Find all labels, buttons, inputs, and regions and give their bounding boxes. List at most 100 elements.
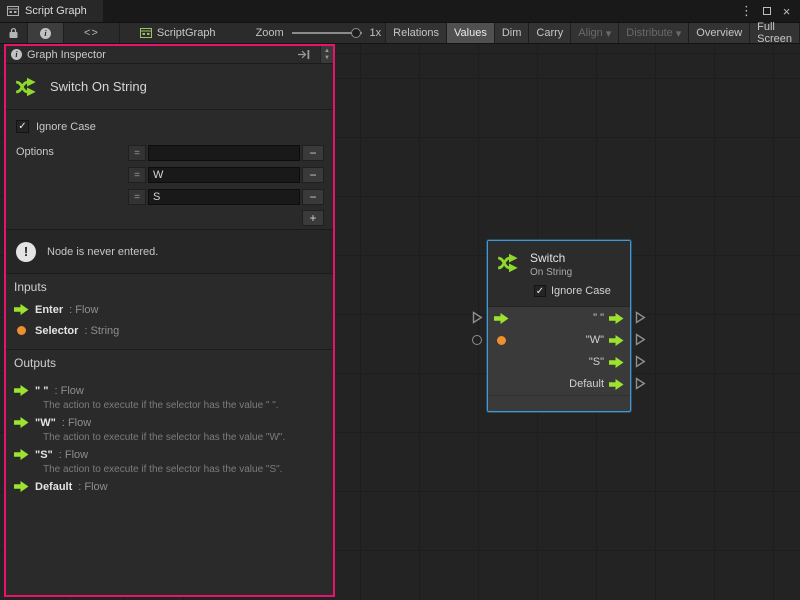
port-label: "W" — [586, 334, 604, 346]
output-flow-port[interactable] — [609, 379, 624, 390]
page-title: Switch On String — [50, 79, 147, 94]
options-label: Options — [16, 146, 54, 158]
enter-flow-port[interactable] — [494, 313, 509, 324]
ignore-case-label: Ignore Case — [36, 121, 96, 133]
drag-handle-icon[interactable]: = — [128, 167, 146, 183]
remove-option-button[interactable]: − — [302, 145, 324, 161]
option-row: = − — [128, 164, 324, 186]
checkbox-checked-icon[interactable]: ✓ — [534, 285, 546, 297]
graph-breadcrumb[interactable]: ScriptGraph — [140, 27, 216, 39]
dim-button[interactable]: Dim — [495, 23, 530, 43]
scroll-down-icon[interactable]: ▼ — [324, 55, 330, 62]
remove-option-button[interactable]: − — [302, 167, 324, 183]
checkbox-checked-icon[interactable]: ✓ — [16, 120, 29, 133]
node-port-row: "S" — [488, 351, 630, 373]
info-icon: i — [40, 28, 51, 39]
port-label: Default — [569, 378, 604, 390]
node-header[interactable]: Switch On String ✓ Ignore Case — [488, 241, 630, 307]
switch-node[interactable]: Switch On String ✓ Ignore Case " " "W" — [487, 240, 631, 412]
inspector-controls-section: ✓ Ignore Case Options = − = − = − + — [6, 110, 333, 230]
node-port-row: Default — [488, 373, 630, 395]
flow-port-icon — [14, 449, 29, 460]
switch-icon — [14, 74, 40, 100]
maximize-button[interactable] — [758, 3, 775, 20]
port-name: Selector — [35, 325, 78, 337]
zoom-slider[interactable] — [292, 32, 362, 34]
inspector-header: i Graph Inspector ▲ ▼ — [6, 46, 333, 64]
inspector-toggle-button[interactable]: i — [28, 23, 64, 43]
port-type: : Flow — [59, 449, 88, 461]
window-menu-button[interactable]: ⋮ — [738, 3, 755, 20]
drag-handle-icon[interactable]: = — [128, 145, 146, 161]
node-subtitle: On String — [530, 267, 572, 278]
flow-port-icon — [14, 385, 29, 396]
dock-panel-icon[interactable] — [297, 49, 310, 60]
tab-script-graph[interactable]: Script Graph — [0, 0, 103, 22]
panel-scroll-stepper: ▲ ▼ — [320, 46, 333, 63]
graph-inspector-panel: i Graph Inspector ▲ ▼ Switch On String ✓ — [4, 44, 335, 597]
node-port-row: " " — [488, 307, 630, 329]
overview-button[interactable]: Overview — [689, 23, 750, 43]
selector-value-port[interactable] — [497, 336, 506, 345]
node-footer — [488, 395, 630, 411]
tab-title: Script Graph — [25, 5, 87, 17]
ignore-case-toggle[interactable]: ✓ Ignore Case — [16, 120, 96, 133]
port-label: "S" — [589, 356, 604, 368]
port-type: : Flow — [78, 481, 107, 493]
external-output-triangle[interactable] — [635, 355, 646, 368]
port-label: " " — [593, 312, 604, 324]
drag-handle-icon[interactable]: = — [128, 189, 146, 205]
flow-port-icon — [14, 481, 29, 492]
outputs-section: Outputs " " : Flow The action to execute… — [6, 350, 333, 503]
option-value-input[interactable] — [148, 145, 300, 161]
output-flow-port[interactable] — [609, 335, 624, 346]
external-output-triangle[interactable] — [635, 311, 646, 324]
relations-button[interactable]: Relations — [386, 23, 447, 43]
external-output-triangle[interactable] — [635, 333, 646, 346]
scroll-up-icon[interactable]: ▲ — [324, 48, 330, 55]
remove-option-button[interactable]: − — [302, 189, 324, 205]
maximize-icon — [763, 7, 771, 15]
option-value-input[interactable] — [148, 189, 300, 205]
script-graph-icon — [140, 27, 152, 39]
values-button[interactable]: Values — [447, 23, 495, 43]
warning-text: Node is never entered. — [47, 246, 158, 258]
node-ignore-case-label: Ignore Case — [551, 285, 611, 297]
output-flow-port[interactable] — [609, 313, 624, 324]
external-output-triangle[interactable] — [635, 377, 646, 390]
outputs-header: Outputs — [14, 356, 325, 370]
port-name: Enter — [35, 304, 63, 316]
port-type: : Flow — [69, 304, 98, 316]
port-description: The action to execute if the selector ha… — [43, 399, 325, 414]
inputs-header: Inputs — [14, 280, 325, 294]
chevron-down-icon: ▾ — [676, 27, 682, 40]
code-view-button[interactable]: <> — [64, 23, 120, 43]
external-input-triangle[interactable] — [472, 311, 483, 324]
flow-port-icon — [14, 417, 29, 428]
option-value-input[interactable] — [148, 167, 300, 183]
add-option-button[interactable]: + — [302, 210, 324, 226]
align-dropdown[interactable]: Align▾ — [571, 23, 619, 43]
option-row: = − — [128, 186, 324, 208]
port-name: " " — [35, 385, 49, 397]
zoom-label: Zoom — [256, 27, 284, 39]
full-screen-button[interactable]: Full Screen — [750, 23, 800, 43]
port-type: : String — [84, 325, 119, 337]
node-title: Switch — [530, 251, 572, 265]
distribute-dropdown[interactable]: Distribute▾ — [619, 23, 689, 43]
zoom-slider-knob[interactable] — [351, 28, 361, 38]
port-name: "W" — [35, 417, 56, 429]
port-name: Default — [35, 481, 72, 493]
close-button[interactable]: × — [778, 3, 795, 20]
switch-icon — [496, 250, 522, 276]
lock-button[interactable] — [0, 23, 28, 43]
external-value-circle[interactable] — [472, 335, 482, 345]
lock-icon — [8, 27, 19, 39]
output-flow-port[interactable] — [609, 357, 624, 368]
output-row: "S" : Flow — [14, 446, 325, 463]
carry-button[interactable]: Carry — [529, 23, 571, 43]
output-row: " " : Flow — [14, 382, 325, 399]
graph-window-icon — [7, 5, 19, 17]
window-controls: ⋮ × — [738, 0, 800, 22]
node-ignore-case-toggle[interactable]: ✓ Ignore Case — [534, 285, 611, 297]
